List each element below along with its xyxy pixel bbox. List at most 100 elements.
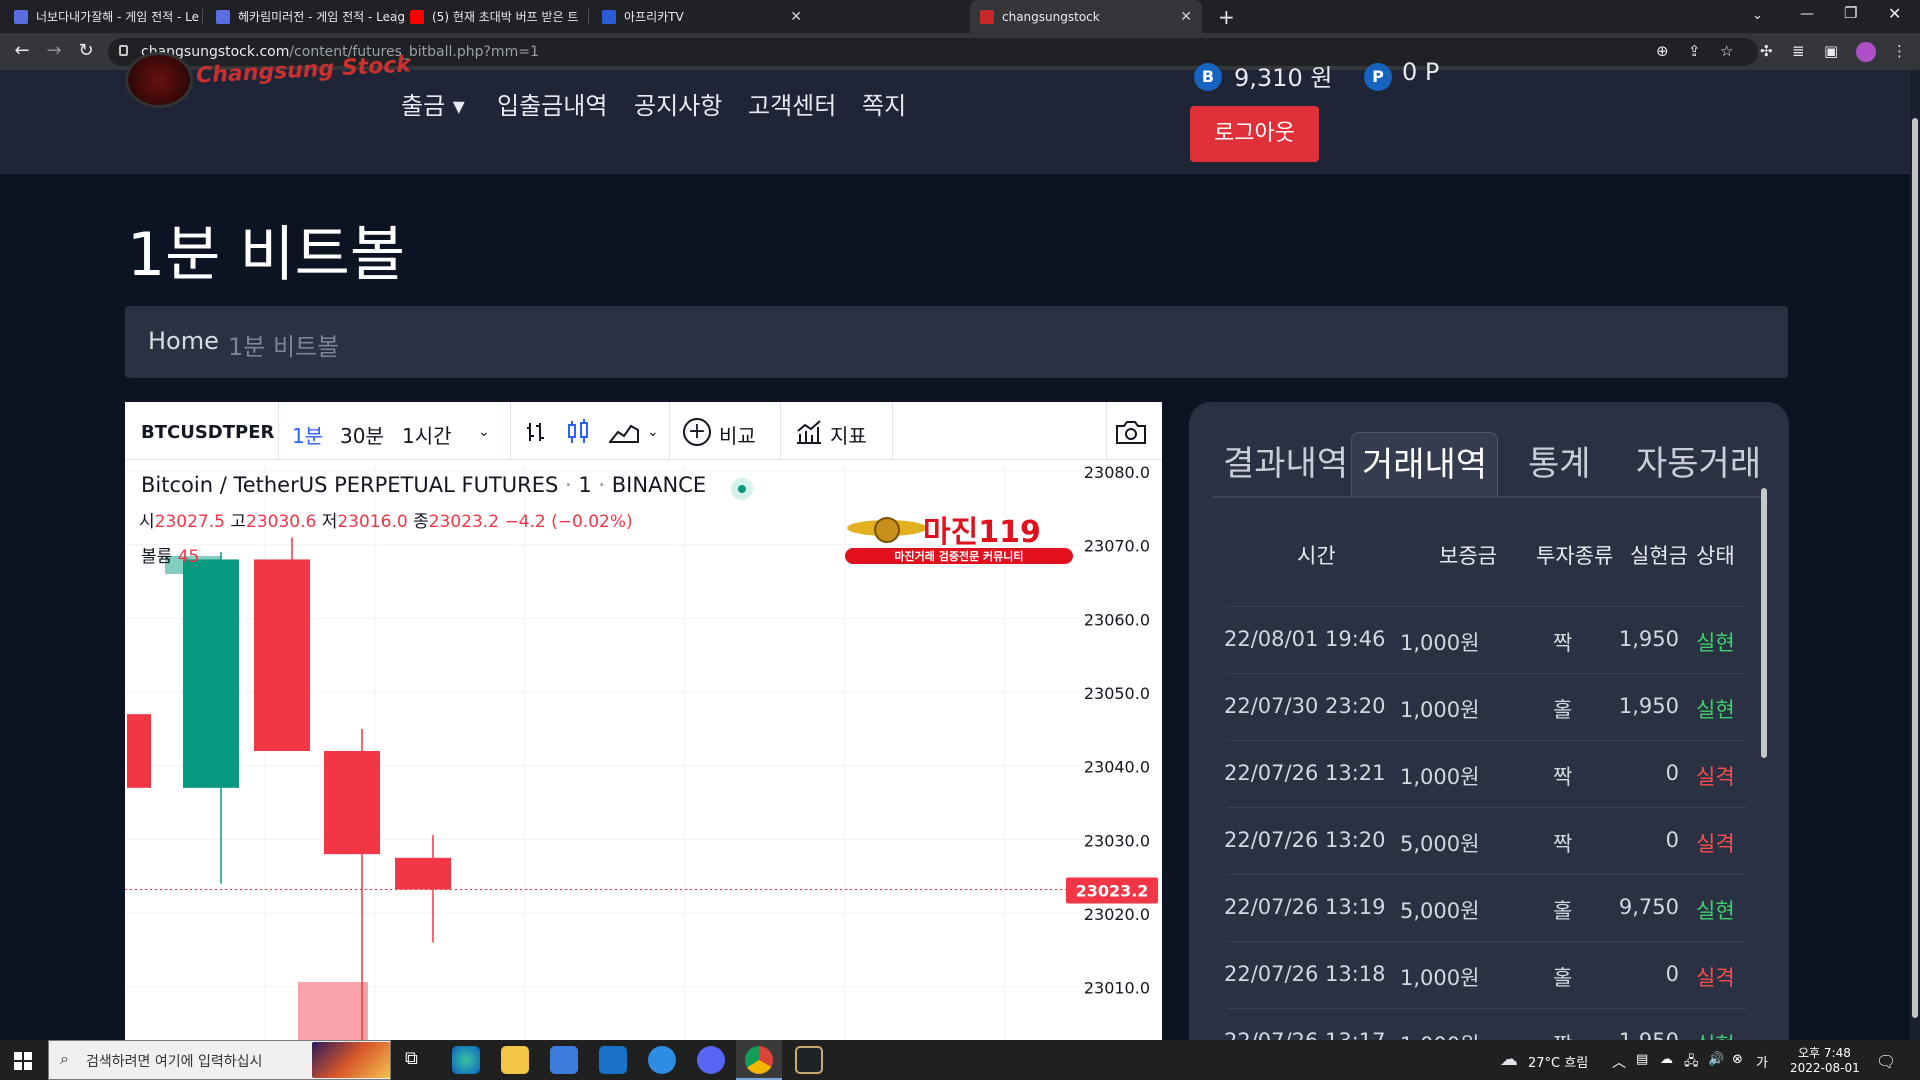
compare-button[interactable]: 비교 — [719, 420, 756, 449]
notification-icon[interactable]: 🗨 — [1876, 1052, 1896, 1071]
table-row[interactable]: 22/07/26 13:20 5,000원 짝 0 실격 — [1224, 807, 1747, 874]
candles-style-icon[interactable] — [566, 419, 590, 445]
chrome-icon[interactable] — [745, 1046, 773, 1074]
volume-value: 45 — [177, 547, 200, 567]
new-tab-button[interactable]: + — [1218, 5, 1235, 29]
tab-favicon-icon — [216, 9, 230, 24]
restore-icon[interactable]: ❐ — [1844, 4, 1857, 22]
panel-tab[interactable]: 거래내역 — [1351, 432, 1499, 496]
toolbar-divider — [510, 402, 511, 460]
y-axis-tick-label: 23060.0 — [1084, 610, 1150, 629]
tab-separator — [202, 9, 203, 25]
tab-search-icon[interactable]: ⌄ — [1752, 8, 1763, 23]
task-view-icon[interactable]: ⧉ — [405, 1048, 418, 1069]
cell-deposit: 5,000원 — [1400, 899, 1480, 923]
back-icon[interactable]: ← — [10, 40, 34, 61]
panel-tab[interactable]: 결과내역 — [1223, 432, 1348, 496]
table-row[interactable]: 22/07/26 13:18 1,000원 홀 0 실격 — [1224, 941, 1747, 1008]
zoom-icon[interactable]: ⊕ — [1656, 42, 1669, 60]
panel-tab[interactable]: 자동거래 — [1636, 432, 1761, 496]
interval-dropdown-icon[interactable]: ⌄ — [478, 424, 490, 440]
discord-icon[interactable] — [697, 1046, 725, 1074]
site-logo-emblem[interactable] — [125, 52, 193, 108]
nav-item[interactable]: 공지사항 — [634, 86, 722, 121]
windows-start-icon[interactable] — [14, 1052, 32, 1070]
input-method-icon[interactable]: 가 — [1756, 1052, 1768, 1071]
market-status-indicator[interactable] — [731, 478, 753, 500]
watermark-badge-icon — [874, 517, 900, 543]
tab-close-icon[interactable]: ✕ — [1180, 9, 1192, 25]
share-icon[interactable]: ⇪ — [1688, 42, 1701, 60]
legend-exchange: BINANCE — [611, 473, 707, 497]
page-scrollbar-thumb[interactable] — [1912, 118, 1918, 1018]
tab-favicon-icon — [602, 9, 616, 24]
nav-item[interactable]: 고객센터 — [748, 86, 836, 121]
panel-scrollbar[interactable] — [1761, 488, 1767, 758]
cell-realized: 0 — [1665, 828, 1679, 852]
weather-icon[interactable]: ☁ — [1500, 1049, 1518, 1070]
interval-1h[interactable]: 1시간 — [402, 420, 452, 449]
edge-browser-icon[interactable] — [452, 1046, 480, 1074]
microsoft-store-icon[interactable] — [550, 1046, 578, 1074]
reading-list-icon[interactable]: ≣ — [1792, 42, 1805, 60]
compare-plus-icon[interactable]: + — [683, 418, 711, 446]
volume-icon[interactable]: 🔊 — [1708, 1052, 1724, 1067]
indicators-icon[interactable] — [795, 419, 823, 445]
tray-overflow-icon[interactable]: ︿ — [1612, 1052, 1626, 1072]
table-row[interactable]: 22/07/26 13:19 5,000원 홀 9,750 실현 — [1224, 874, 1747, 941]
table-row[interactable]: 22/07/26 13:21 1,000원 짝 0 실격 — [1224, 740, 1747, 807]
onedrive-icon[interactable]: ☁ — [1660, 1052, 1673, 1067]
bookmark-star-icon[interactable]: ☆ — [1720, 42, 1733, 60]
browser-tab[interactable]: changsungstock ✕ — [970, 0, 1202, 33]
clock-time[interactable]: 오후 7:48 — [1798, 1044, 1851, 1061]
bar-style-icon[interactable] — [524, 420, 548, 444]
tray-app-icon[interactable]: ▤ — [1636, 1052, 1648, 1067]
side-panel-icon[interactable]: ▣ — [1824, 42, 1838, 60]
style-dropdown-icon[interactable]: ⌄ — [647, 424, 659, 440]
tab-close-icon[interactable]: ✕ — [790, 9, 802, 25]
internet-explorer-icon[interactable] — [648, 1046, 676, 1074]
y-axis-tick-label: 23070.0 — [1084, 537, 1150, 556]
league-of-legends-icon[interactable] — [795, 1046, 823, 1074]
breadcrumb-home-link[interactable]: Home — [148, 327, 219, 355]
table-row[interactable]: 22/08/01 19:46 1,000원 짝 1,950 실현 — [1224, 606, 1747, 673]
search-highlight-image[interactable] — [312, 1042, 390, 1078]
indicators-button[interactable]: 지표 — [830, 420, 867, 449]
area-style-icon[interactable] — [609, 420, 639, 444]
table-row[interactable]: 22/07/30 23:20 1,000원 홀 1,950 실현 — [1224, 673, 1747, 740]
weather-text[interactable]: 27°C 흐림 — [1528, 1052, 1588, 1071]
file-explorer-icon[interactable] — [501, 1046, 529, 1074]
cell-status: 실현 — [1696, 631, 1735, 655]
nav-item[interactable]: 출금 ▾ — [401, 86, 465, 121]
interval-30m[interactable]: 30분 — [340, 420, 384, 449]
cell-type: 홀 — [1553, 698, 1573, 722]
price-chart[interactable]: 23080.0 23070.0 23060.0 23050.0 23040.0 23030… — [125, 402, 1162, 1042]
chart-symbol[interactable]: BTCUSDTPER — [141, 422, 274, 443]
cell-status: 실격 — [1696, 832, 1735, 856]
cell-time: 22/07/26 13:18 — [1224, 962, 1386, 986]
cell-realized: 1,950 — [1618, 694, 1679, 718]
interval-1m[interactable]: 1분 — [292, 420, 323, 449]
forward-icon[interactable]: → — [42, 40, 66, 61]
mail-icon[interactable] — [599, 1046, 627, 1074]
legend-separator: · — [591, 473, 612, 497]
minimize-icon[interactable]: — — [1800, 6, 1814, 22]
network-icon[interactable]: 🖧 — [1684, 1052, 1699, 1074]
tray-blocked-icon[interactable]: ⊗ — [1732, 1052, 1743, 1067]
cell-time: 22/07/26 13:20 — [1224, 828, 1386, 852]
profile-avatar[interactable] — [1856, 42, 1876, 62]
clock-date[interactable]: 2022-08-01 — [1790, 1061, 1860, 1075]
panel-tab[interactable]: 통계 — [1528, 432, 1591, 496]
logout-button[interactable]: 로그아웃 — [1190, 106, 1319, 162]
chrome-menu-icon[interactable]: ⋮ — [1892, 42, 1907, 60]
close-window-icon[interactable]: ✕ — [1888, 4, 1901, 23]
reload-icon[interactable]: ↻ — [74, 40, 98, 61]
nav-item[interactable]: 입출금내역 — [497, 86, 607, 121]
ohlc-open: 23027.5 — [154, 512, 225, 532]
nav-item[interactable]: 쪽지 — [862, 86, 906, 121]
camera-icon[interactable] — [1113, 419, 1149, 445]
chart-canvas[interactable]: 23080.0 23070.0 23060.0 23050.0 23040.0 23030… — [125, 402, 1162, 1042]
browser-tab[interactable]: 아프리카TV ✕ — [592, 0, 812, 33]
trade-history-panel: 결과내역 거래내역 통계 자동거래 시간 보증금 투자종류 실현금 상태 22/08/01 1… — [1189, 402, 1789, 1062]
extensions-icon[interactable]: ✣ — [1760, 42, 1773, 60]
